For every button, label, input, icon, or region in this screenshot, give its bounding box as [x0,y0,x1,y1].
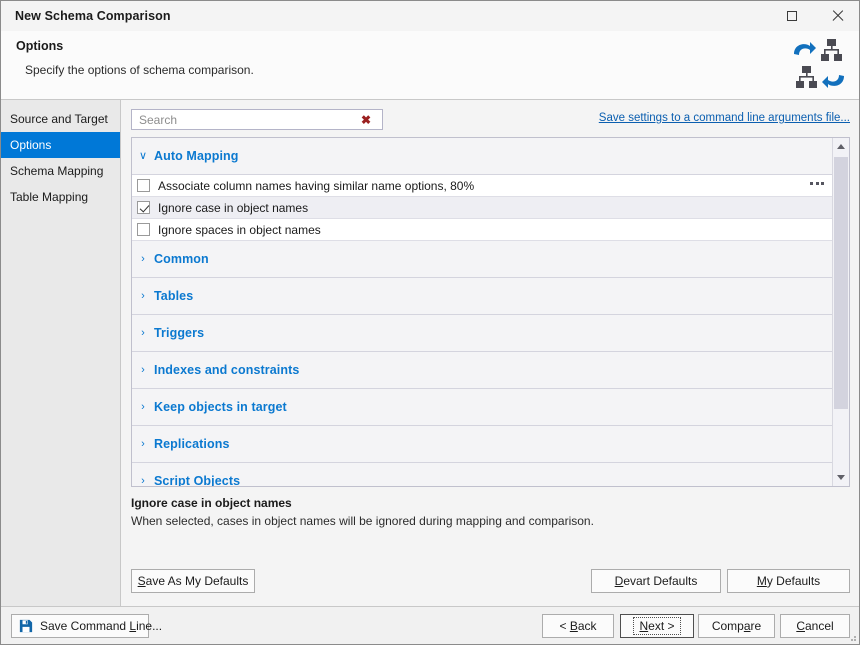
sidebar-item-options[interactable]: Options [1,132,120,158]
options-vertical-scrollbar[interactable] [832,138,849,486]
button-label: Comp [711,619,744,633]
page-title: Options [16,39,64,53]
scroll-up-icon [837,144,845,149]
accel-char: a [743,619,751,633]
button-label: Save Command [40,619,130,633]
button-label-rest: ine... [136,619,163,633]
button-label-rest: ack [577,619,597,633]
maximize-button[interactable] [769,1,815,31]
group-label: Auto Mapping [154,149,239,163]
my-defaults-button[interactable]: My Defaults [727,569,850,593]
option-row-ignore-spaces[interactable]: Ignore spaces in object names [132,219,832,241]
window-title: New Schema Comparison [15,9,171,23]
save-command-line-button[interactable]: Save Command Line... [11,614,162,638]
group-header-triggers[interactable]: › Triggers [132,315,832,352]
window-controls [769,1,859,31]
scroll-down-icon [837,475,845,480]
button-label: < [559,619,570,633]
group-header-script-objects[interactable]: › Script Objects [132,463,832,486]
maximize-icon [787,11,797,21]
chevron-right-icon: › [141,252,145,265]
search-box[interactable]: ✖ [131,109,383,130]
accel-char: M [756,574,767,588]
save-as-my-defaults-button[interactable]: Save As My Defaults [131,569,255,593]
devart-defaults-button[interactable]: Devart Defaults [591,569,721,593]
option-label: Ignore spaces in object names [158,222,321,237]
save-floppy-icon [19,619,33,633]
resize-grip[interactable] [847,632,857,642]
chevron-down-icon: ∨ [138,149,148,162]
titlebar: New Schema Comparison [1,1,859,31]
group-label: Replications [154,437,230,451]
group-label: Common [154,252,209,266]
option-label: Ignore case in object names [158,200,309,215]
search-clear-icon[interactable]: ✖ [356,114,376,126]
compare-button[interactable]: Compare [698,614,775,638]
schema-comparison-icon [794,39,844,88]
option-label: Associate column names having similar na… [158,178,475,193]
scroll-up-button[interactable] [833,138,849,155]
sidebar-item-schema-mapping[interactable]: Schema Mapping [1,158,120,184]
group-header-indexes-and-constraints[interactable]: › Indexes and constraints [132,352,832,389]
button-label: ancel [804,619,834,633]
options-list: ∨ Auto Mapping Associate column names ha… [132,138,832,486]
checkbox-ignore-spaces[interactable] [137,223,150,236]
chevron-right-icon: › [141,400,145,413]
group-label: Script Objects [154,474,241,486]
sidebar-item-source-and-target[interactable]: Source and Target [1,106,120,132]
chevron-right-icon: › [141,326,145,339]
close-button[interactable] [815,1,859,31]
dialog-footer: Save Command Line... < Back Next > Compa… [1,606,859,644]
new-schema-comparison-dialog: New Schema Comparison Options Specify th… [0,0,860,645]
group-header-tables[interactable]: › Tables [132,278,832,315]
button-label: evart Defaults [623,574,698,588]
close-icon [832,10,844,22]
accel-char: S [137,574,146,588]
search-input[interactable] [137,111,356,128]
scrollbar-thumb[interactable] [834,157,848,409]
accel-char: D [614,574,624,588]
page-subtitle: Specify the options of schema comparison… [25,63,254,77]
back-button[interactable]: < Back [542,614,614,638]
options-list-panel: ∨ Auto Mapping Associate column names ha… [131,137,850,487]
accel-char: N [639,619,649,633]
group-label: Indexes and constraints [154,363,300,377]
options-content: ✖ Save settings to a command line argume… [122,100,859,606]
checkbox-ignore-case[interactable] [137,201,150,214]
group-header-common[interactable]: › Common [132,241,832,278]
description-title: Ignore case in object names [131,496,292,510]
group-label: Triggers [154,326,205,340]
next-button[interactable]: Next > [620,614,694,638]
chevron-right-icon: › [141,474,145,486]
button-label: ave As My Defaults [145,574,249,588]
option-row-associate-column-names[interactable]: Associate column names having similar na… [132,175,832,197]
group-label: Tables [154,289,194,303]
dialog-header: Options Specify the options of schema co… [1,31,859,100]
save-settings-command-line-link[interactable]: Save settings to a command line argument… [599,112,850,124]
sidebar-item-table-mapping[interactable]: Table Mapping [1,184,120,210]
checkbox-associate-column-names[interactable] [137,179,150,192]
group-header-keep-objects-in-target[interactable]: › Keep objects in target [132,389,832,426]
description-text: When selected, cases in object names wil… [131,514,594,528]
accel-char: B [569,619,578,633]
accel-char: C [796,619,805,633]
group-header-auto-mapping[interactable]: ∨ Auto Mapping [132,138,832,175]
cancel-button[interactable]: Cancel [780,614,850,638]
group-header-replications[interactable]: › Replications [132,426,832,463]
option-row-ignore-case[interactable]: Ignore case in object names [132,197,832,219]
button-label-rest: re [750,619,762,633]
button-label: y Defaults [766,574,821,588]
button-label: ext > [648,619,675,633]
chevron-right-icon: › [141,363,145,376]
chevron-right-icon: › [141,289,145,302]
chevron-right-icon: › [141,437,145,450]
wizard-sidebar: Source and Target Options Schema Mapping… [1,100,121,606]
option-description: Ignore case in object names When selecte… [131,496,850,528]
options-toolbar: ✖ Save settings to a command line argume… [122,109,859,133]
group-label: Keep objects in target [154,400,287,414]
scroll-down-button[interactable] [833,469,849,486]
defaults-button-row: Save As My Defaults Devart Defaults My D… [131,569,850,593]
ellipsis-icon[interactable] [810,182,824,187]
